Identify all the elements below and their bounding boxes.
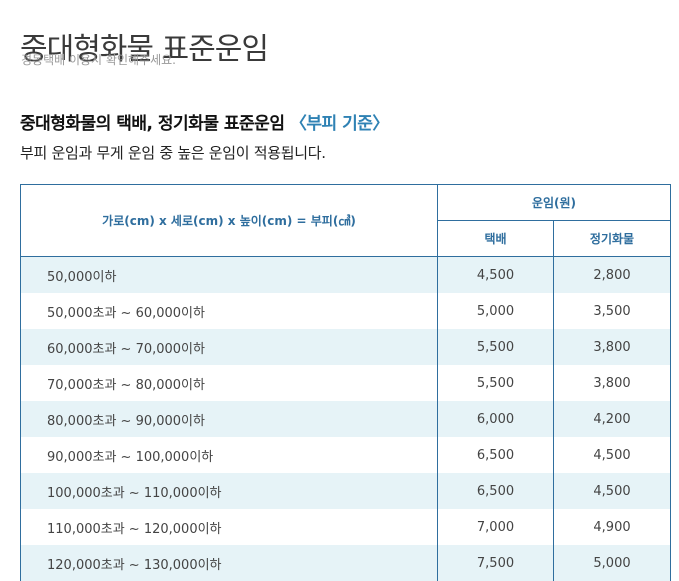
size-column-header: 가로(cm) x 세로(cm) x 높이(cm) = 부피(㎤) [21, 185, 438, 257]
size-cell: 70,000초과 ~ 80,000이하 [21, 365, 438, 401]
size-cell: 50,000초과 ~ 60,000이하 [21, 293, 438, 329]
table-row: 60,000초과 ~ 70,000이하5,5003,800 [21, 329, 671, 365]
parcel-rate-cell: 6,500 [438, 437, 554, 473]
size-cell: 90,000초과 ~ 100,000이하 [21, 437, 438, 473]
regular-rate-cell: 4,500 [554, 473, 671, 509]
regular-rate-cell: 4,200 [554, 401, 671, 437]
size-cell: 110,000초과 ~ 120,000이하 [21, 509, 438, 545]
table-row: 90,000초과 ~ 100,000이하6,5004,500 [21, 437, 671, 473]
size-cell: 120,000초과 ~ 130,000이하 [21, 545, 438, 581]
size-cell: 60,000초과 ~ 70,000이하 [21, 329, 438, 365]
section-heading: 중대형화물의 택배, 정기화물 표준운임 〈부피 기준〉 [20, 109, 389, 134]
parcel-rate-cell: 5,500 [438, 365, 554, 401]
size-cell: 100,000초과 ~ 110,000이하 [21, 473, 438, 509]
regular-rate-cell: 2,800 [554, 257, 671, 294]
parcel-rate-cell: 4,500 [438, 257, 554, 294]
table-row: 50,000초과 ~ 60,000이하5,0003,500 [21, 293, 671, 329]
table-row: 100,000초과 ~ 110,000이하6,5004,500 [21, 473, 671, 509]
regular-rate-cell: 4,900 [554, 509, 671, 545]
regular-rate-cell: 5,000 [554, 545, 671, 581]
table-row: 110,000초과 ~ 120,000이하7,0004,900 [21, 509, 671, 545]
parcel-rate-cell: 5,000 [438, 293, 554, 329]
regular-rate-cell: 3,800 [554, 329, 671, 365]
rate-column-header: 운임(원) [438, 185, 671, 221]
regular-rate-cell: 3,500 [554, 293, 671, 329]
table-row: 70,000초과 ~ 80,000이하5,5003,800 [21, 365, 671, 401]
section-heading-accent: 〈부피 기준〉 [290, 114, 389, 134]
size-cell: 50,000이하 [21, 257, 438, 294]
parcel-rate-cell: 7,500 [438, 545, 554, 581]
regular-rate-cell: 4,500 [554, 437, 671, 473]
table-row: 50,000이하4,5002,800 [21, 257, 671, 294]
parcel-column-header: 택배 [438, 221, 554, 257]
table-row: 80,000초과 ~ 90,000이하6,0004,200 [21, 401, 671, 437]
regular-rate-cell: 3,800 [554, 365, 671, 401]
table-row: 120,000초과 ~ 130,000이하7,5005,000 [21, 545, 671, 581]
parcel-rate-cell: 6,500 [438, 473, 554, 509]
page-subtitle: 경동택배 이용시 확인해주세요. [21, 51, 176, 68]
regular-freight-column-header: 정기화물 [554, 221, 671, 257]
rate-table: 가로(cm) x 세로(cm) x 높이(cm) = 부피(㎤) 운임(원) 택… [20, 184, 671, 581]
size-cell: 80,000초과 ~ 90,000이하 [21, 401, 438, 437]
rate-table-body: 50,000이하4,5002,80050,000초과 ~ 60,000이하5,0… [21, 257, 671, 581]
parcel-rate-cell: 6,000 [438, 401, 554, 437]
section-heading-main: 중대형화물의 택배, 정기화물 표준운임 [20, 114, 290, 134]
parcel-rate-cell: 5,500 [438, 329, 554, 365]
section-description: 부피 운임과 무게 운임 중 높은 운임이 적용됩니다. [20, 142, 326, 163]
parcel-rate-cell: 7,000 [438, 509, 554, 545]
